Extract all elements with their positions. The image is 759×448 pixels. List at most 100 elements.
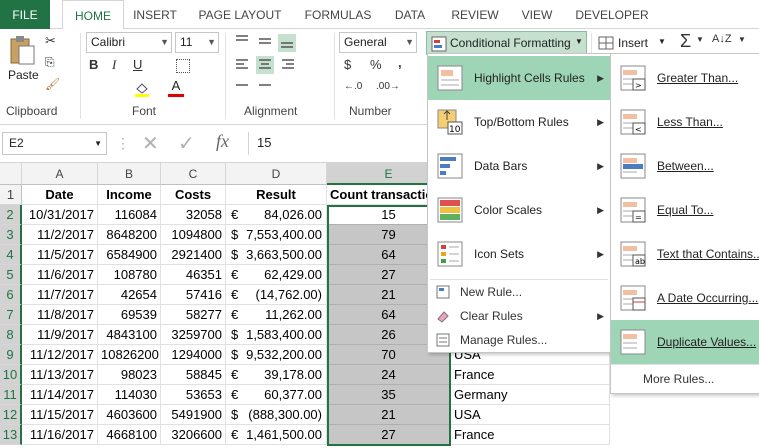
row-header[interactable]: 13 (0, 425, 22, 445)
column-header-b[interactable]: B (98, 163, 161, 185)
table-cell[interactable]: € (14,762.00) (226, 285, 327, 305)
table-cell[interactable]: 10826200 (98, 345, 161, 365)
menu-item-between[interactable]: Between... (611, 144, 759, 188)
table-cell[interactable]: 4668100 (98, 425, 161, 445)
table-cell[interactable]: USA (451, 405, 610, 425)
tab-view[interactable]: VIEW (516, 0, 558, 29)
conditional-formatting-button[interactable]: Conditional Formatting ▼ (426, 31, 587, 55)
table-cell[interactable]: 108780 (98, 265, 161, 285)
column-header-a[interactable]: A (22, 163, 98, 185)
table-cell[interactable]: 27 (327, 425, 451, 445)
table-cell[interactable]: €11,262.00 (226, 305, 327, 325)
table-cell[interactable]: 1094800 (161, 225, 226, 245)
font-name-combo[interactable]: Calibri ▼ (86, 32, 172, 53)
menu-item-text-contains[interactable]: ab Text that Contains... (611, 232, 759, 276)
table-cell[interactable]: 35 (327, 385, 451, 405)
menu-item-icon-sets[interactable]: Icon Sets ▶ (428, 232, 610, 276)
row-header[interactable]: 8 (0, 325, 22, 345)
font-color-icon[interactable]: A (168, 79, 184, 97)
menu-item-manage-rules[interactable]: Manage Rules... (428, 328, 610, 352)
table-cell[interactable]: $7,553,400.00 (226, 225, 327, 245)
table-cell[interactable]: 4603600 (98, 405, 161, 425)
tab-review[interactable]: REVIEW (446, 0, 504, 29)
row-header[interactable]: 7 (0, 305, 22, 325)
table-cell[interactable]: 32058 (161, 205, 226, 225)
percent-button[interactable]: % (370, 57, 382, 72)
table-cell[interactable]: €84,026.00 (226, 205, 327, 225)
row-header[interactable]: 11 (0, 385, 22, 405)
formula-input[interactable]: 15 (248, 132, 428, 155)
table-cell[interactable]: $3,663,500.00 (226, 245, 327, 265)
tab-insert[interactable]: INSERT (130, 0, 180, 29)
row-header[interactable]: 4 (0, 245, 22, 265)
menu-item-highlight-cells-rules[interactable]: Highlight Cells Rules ▶ (428, 56, 610, 100)
table-cell[interactable]: France (451, 425, 610, 445)
bold-button[interactable]: B (89, 57, 98, 72)
row-header[interactable]: 6 (0, 285, 22, 305)
chevron-down-icon[interactable]: ▼ (696, 35, 704, 44)
row-header[interactable]: 1 (0, 185, 22, 205)
cancel-icon[interactable]: ✕ (142, 131, 159, 156)
table-cell[interactable]: 11/9/2017 (22, 325, 98, 345)
row-header[interactable]: 2 (0, 205, 22, 225)
table-cell[interactable]: 11/14/2017 (22, 385, 98, 405)
enter-icon[interactable]: ✓ (178, 131, 195, 156)
table-cell[interactable]: 11/15/2017 (22, 405, 98, 425)
menu-item-date-occurring[interactable]: A Date Occurring... (611, 276, 759, 320)
insert-function-button[interactable]: fx (216, 131, 229, 152)
table-cell[interactable]: 24 (327, 365, 451, 385)
table-cell[interactable]: 11/5/2017 (22, 245, 98, 265)
menu-item-greater-than[interactable]: > Greater Than... (611, 56, 759, 100)
chevron-down-icon[interactable]: ▼ (738, 35, 746, 44)
table-cell[interactable]: 21 (327, 405, 451, 425)
row-header[interactable]: 10 (0, 365, 22, 385)
menu-item-more-rules[interactable]: More Rules... (611, 367, 759, 391)
row-header[interactable]: 12 (0, 405, 22, 425)
borders-icon[interactable] (176, 59, 190, 73)
menu-item-equal-to[interactable]: = Equal To... (611, 188, 759, 232)
chevron-down-icon[interactable]: ▼ (405, 33, 414, 52)
menu-item-duplicate-values[interactable]: Duplicate Values... (611, 320, 759, 364)
table-cell[interactable]: 2921400 (161, 245, 226, 265)
table-cell[interactable]: 11/16/2017 (22, 425, 98, 445)
table-cell[interactable]: $9,532,200.00 (226, 345, 327, 365)
table-cell[interactable]: $1,583,400.00 (226, 325, 327, 345)
increase-decimal-icon[interactable]: ←.0 (344, 81, 362, 92)
comma-button[interactable]: , (398, 55, 402, 70)
table-cell[interactable]: 8648200 (98, 225, 161, 245)
column-header-d[interactable]: D (226, 163, 327, 185)
menu-item-top-bottom-rules[interactable]: 10 Top/Bottom Rules ▶ (428, 100, 610, 144)
row-header[interactable]: 3 (0, 225, 22, 245)
table-cell[interactable]: 53653 (161, 385, 226, 405)
row-header[interactable]: 5 (0, 265, 22, 285)
italic-button[interactable]: I (112, 57, 116, 73)
header-cell[interactable]: Date (22, 185, 98, 205)
column-header-c[interactable]: C (161, 163, 226, 185)
row-header[interactable]: 9 (0, 345, 22, 365)
table-cell[interactable]: 11/2/2017 (22, 225, 98, 245)
table-cell[interactable]: 58277 (161, 305, 226, 325)
table-cell[interactable]: €1,461,500.00 (226, 425, 327, 445)
format-painter-icon[interactable]: 🖌 (45, 77, 60, 91)
table-cell[interactable]: 11/13/2017 (22, 365, 98, 385)
font-size-combo[interactable]: 11 ▼ (175, 32, 219, 53)
table-cell[interactable]: 69539 (98, 305, 161, 325)
header-cell[interactable]: Result (226, 185, 327, 205)
table-cell[interactable]: 57416 (161, 285, 226, 305)
table-cell[interactable]: 46351 (161, 265, 226, 285)
chevron-down-icon[interactable]: ▼ (94, 133, 102, 154)
table-cell[interactable]: 11/6/2017 (22, 265, 98, 285)
table-cell[interactable]: 6584900 (98, 245, 161, 265)
autosum-button[interactable]: Σ (680, 31, 691, 52)
table-cell[interactable]: 98023 (98, 365, 161, 385)
table-cell[interactable]: 5491900 (161, 405, 226, 425)
number-format-combo[interactable]: General ▼ (339, 32, 417, 53)
select-all-corner[interactable] (0, 163, 22, 185)
menu-item-clear-rules[interactable]: Clear Rules ▶ (428, 304, 610, 328)
insert-cells-button[interactable]: Insert ▼ (598, 34, 670, 54)
paste-button[interactable] (8, 35, 36, 65)
cut-icon[interactable]: ✂ (45, 33, 56, 49)
table-cell[interactable]: 58845 (161, 365, 226, 385)
table-cell[interactable]: Germany (451, 385, 610, 405)
table-cell[interactable]: 4843100 (98, 325, 161, 345)
